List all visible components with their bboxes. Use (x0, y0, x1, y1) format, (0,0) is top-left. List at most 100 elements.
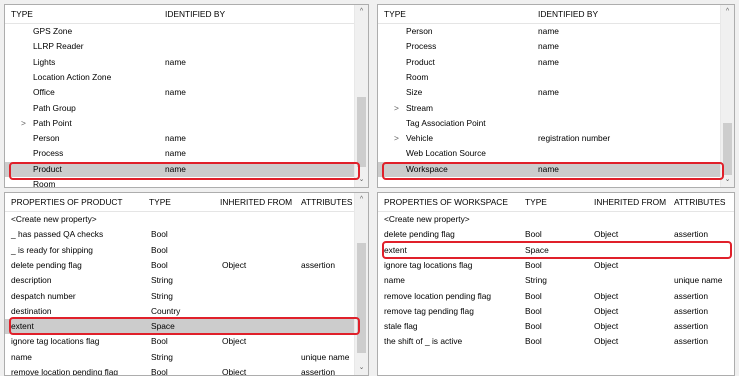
property-type: Space (151, 321, 175, 332)
type-row[interactable]: GPS Zone (5, 24, 368, 39)
type-name: Person (33, 133, 60, 144)
property-type: Bool (151, 367, 168, 376)
property-row[interactable]: remove tag pending flag Bool Object asserti… (378, 304, 734, 319)
property-row[interactable]: despatch number String (5, 289, 368, 304)
property-row[interactable]: name String unique name (378, 273, 734, 288)
property-name: extent (384, 244, 407, 255)
type-row[interactable]: Product name (378, 55, 734, 70)
attributes: assertion (301, 367, 335, 376)
column-header-inherited-from[interactable]: INHERITED FROM (594, 197, 666, 207)
column-header-attributes[interactable]: ATTRIBUTES (301, 197, 353, 207)
type-row[interactable]: Process name (378, 39, 734, 54)
property-row[interactable]: <Create new property> (378, 212, 734, 227)
type-row[interactable]: Product name (5, 161, 368, 177)
left-properties-scrollbar[interactable]: ^ ⌄ (354, 193, 368, 375)
type-name: LLRP Reader (33, 41, 84, 52)
inherited-from: Object (594, 290, 619, 301)
identified-by: name (538, 163, 559, 174)
property-type: Bool (525, 259, 542, 270)
property-row[interactable]: the shift of _ is active Bool Object assert… (378, 334, 734, 349)
type-row[interactable]: > Path Point (5, 116, 368, 131)
scroll-down-icon[interactable]: ⌄ (355, 174, 368, 186)
identified-by: registration number (538, 133, 611, 144)
type-row[interactable]: Web Location Source (378, 146, 734, 161)
type-row[interactable]: Path Group (5, 101, 368, 116)
property-row[interactable]: _ has passed QA checks Bool (5, 227, 368, 242)
column-header-type[interactable]: TYPE (525, 197, 547, 207)
type-row[interactable]: Lights name (5, 55, 368, 70)
type-row[interactable]: Person name (378, 24, 734, 39)
scroll-thumb[interactable] (357, 97, 366, 167)
property-name: _ has passed QA checks (11, 229, 104, 240)
left-properties-pane: PROPERTIES OF PRODUCT TYPE INHERITED FRO… (4, 192, 369, 376)
property-name: <Create new property> (11, 214, 97, 224)
identified-by: name (538, 26, 559, 36)
right-types-scrollbar[interactable]: ^ ⌄ (720, 5, 734, 187)
attributes: assertion (674, 305, 708, 316)
left-types-scrollbar[interactable]: ^ ⌄ (354, 5, 368, 187)
property-row[interactable]: ignore tag locations flag Bool Object (378, 258, 734, 273)
type-row[interactable]: > Stream (378, 101, 734, 116)
scroll-up-icon[interactable]: ^ (721, 6, 734, 18)
column-header-identified-by[interactable]: IDENTIFIED BY (165, 9, 225, 19)
scroll-up-icon[interactable]: ^ (355, 6, 368, 18)
property-row[interactable]: delete pending flag Bool Object assertion (5, 258, 368, 273)
scroll-up-icon[interactable]: ^ (355, 194, 368, 206)
scroll-down-icon[interactable]: ⌄ (721, 174, 734, 186)
property-row[interactable]: ignore tag locations flag Bool Object (5, 334, 368, 349)
scroll-thumb[interactable] (723, 123, 732, 175)
type-row[interactable]: Workspace name (378, 161, 734, 177)
column-header-type[interactable]: TYPE (384, 9, 406, 19)
property-row[interactable]: _ is ready for shipping Bool (5, 243, 368, 258)
identified-by: name (538, 87, 559, 98)
type-row[interactable]: LLRP Reader (5, 39, 368, 54)
left-types-header: TYPE IDENTIFIED BY (5, 5, 368, 24)
type-name: Workspace (406, 163, 448, 174)
type-name: Product (406, 56, 435, 67)
expand-chevron-icon[interactable]: > (394, 103, 399, 113)
property-type: Bool (525, 305, 542, 316)
column-header-type[interactable]: TYPE (11, 9, 33, 19)
scroll-thumb[interactable] (357, 243, 366, 353)
property-type: Bool (525, 290, 542, 301)
type-row[interactable]: Office name (5, 85, 368, 100)
property-type: String (151, 275, 173, 286)
type-row[interactable]: Process name (5, 146, 368, 161)
property-row[interactable]: remove location pending flag Bool Object as… (378, 289, 734, 304)
type-row[interactable]: Location Action Zone (5, 70, 368, 85)
property-row[interactable]: description String (5, 273, 368, 288)
expand-chevron-icon[interactable]: > (394, 133, 399, 143)
scroll-down-icon[interactable]: ⌄ (355, 362, 368, 374)
property-row[interactable]: delete pending flag Bool Object assertion (378, 227, 734, 242)
column-header-property[interactable]: PROPERTIES OF WORKSPACE (384, 197, 508, 207)
inherited-from: Object (594, 259, 619, 270)
column-header-identified-by[interactable]: IDENTIFIED BY (538, 9, 598, 19)
property-type: Bool (525, 321, 542, 332)
type-row[interactable]: Size name (378, 85, 734, 100)
type-row[interactable]: Person name (5, 131, 368, 146)
expand-chevron-icon[interactable]: > (21, 118, 26, 128)
type-row[interactable]: Room (5, 177, 368, 187)
column-header-inherited-from[interactable]: INHERITED FROM (220, 197, 292, 207)
property-row[interactable]: <Create new property> (5, 212, 368, 227)
inherited-from: Object (222, 259, 247, 270)
property-row[interactable]: stale flag Bool Object assertion (378, 319, 734, 334)
column-header-type[interactable]: TYPE (149, 197, 171, 207)
property-row[interactable]: name String unique name (5, 350, 368, 365)
attributes: assertion (674, 290, 708, 301)
identified-by: name (165, 148, 186, 159)
property-row[interactable]: remove location pending flag Bool Object as… (5, 365, 368, 376)
type-row[interactable]: > Vehicle registration number (378, 131, 734, 146)
property-row[interactable]: extent Space (5, 319, 368, 335)
type-row[interactable]: Tag Association Point (378, 116, 734, 131)
identified-by: name (165, 133, 186, 144)
type-row[interactable]: Room (378, 70, 734, 85)
property-row[interactable]: extent Space (378, 243, 734, 258)
column-header-attributes[interactable]: ATTRIBUTES (674, 197, 726, 207)
type-name: Size (406, 87, 423, 98)
inherited-from: Object (594, 336, 619, 347)
right-properties-pane: PROPERTIES OF WORKSPACE TYPE INHERITED F… (377, 192, 735, 376)
property-row[interactable]: destination Country (5, 304, 368, 319)
column-header-property[interactable]: PROPERTIES OF PRODUCT (11, 197, 123, 207)
left-types-pane: TYPE IDENTIFIED BY GPS Zone LLRP Reader Li… (4, 4, 369, 188)
